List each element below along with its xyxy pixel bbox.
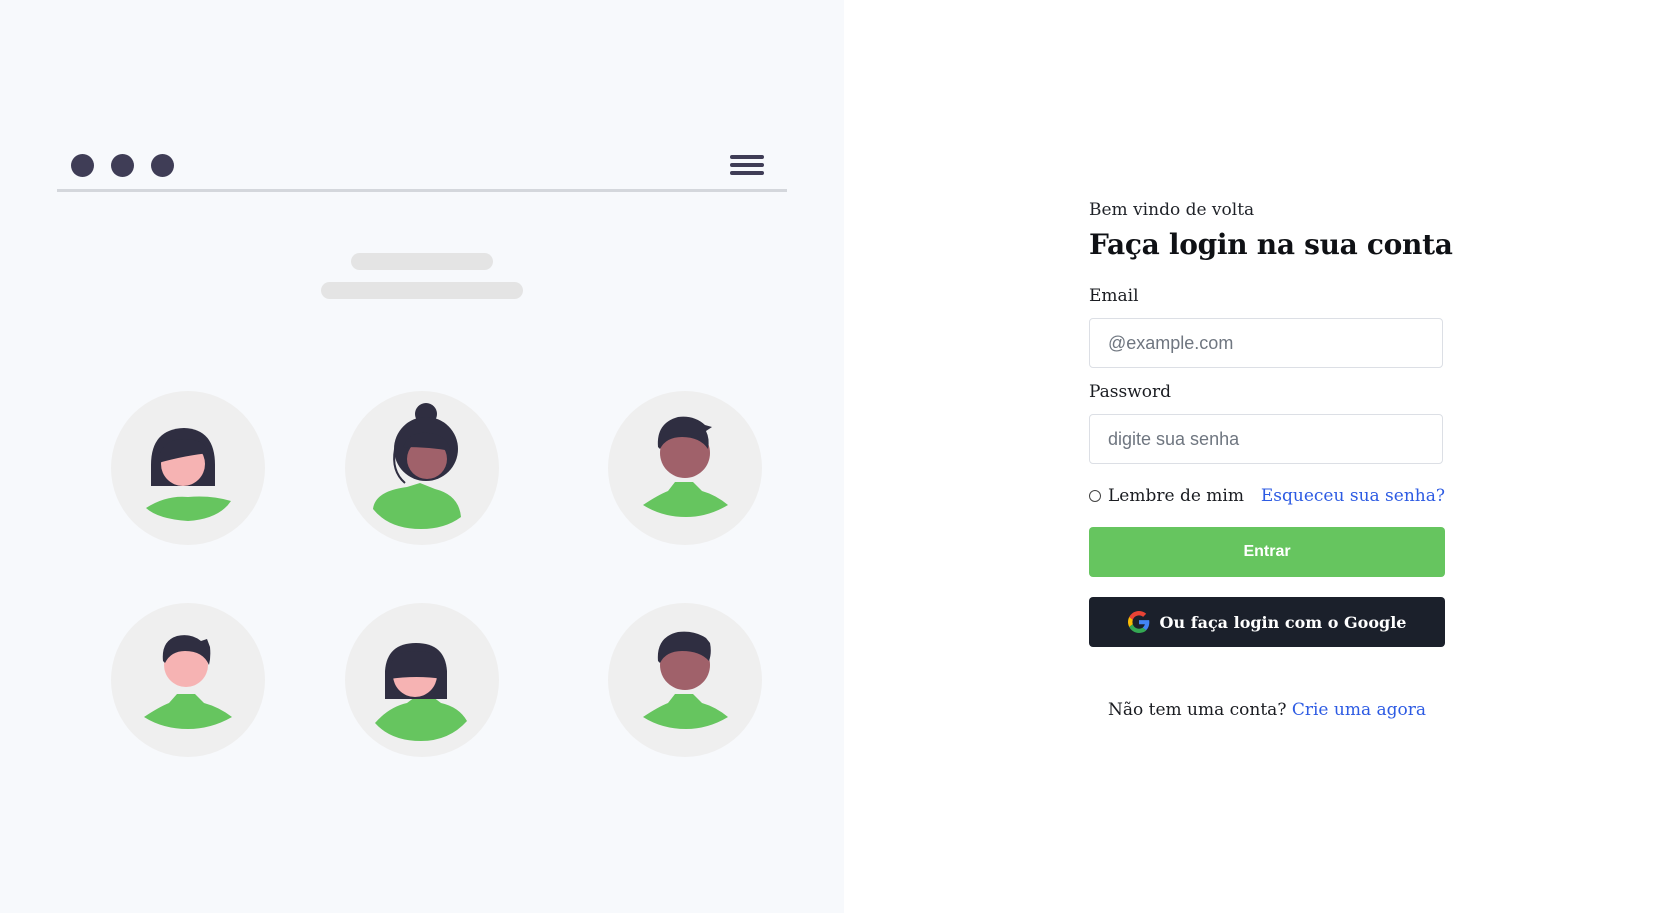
signup-prompt: Não tem uma conta? Crie uma agora bbox=[1089, 700, 1445, 720]
email-field[interactable] bbox=[1089, 318, 1443, 368]
placeholder-bar-2 bbox=[321, 282, 523, 299]
hamburger-icon bbox=[730, 155, 764, 177]
password-field[interactable] bbox=[1089, 414, 1443, 464]
google-icon bbox=[1127, 611, 1149, 633]
password-label: Password bbox=[1089, 382, 1172, 402]
google-login-button[interactable]: Ou faça login com o Google bbox=[1089, 597, 1445, 647]
remember-me[interactable]: Lembre de mim bbox=[1089, 486, 1244, 506]
window-dot-1 bbox=[71, 154, 94, 177]
google-login-label: Ou faça login com o Google bbox=[1159, 612, 1407, 632]
avatar-man-dark-2 bbox=[608, 603, 762, 757]
signup-link[interactable]: Crie uma agora bbox=[1292, 700, 1426, 720]
welcome-text: Bem vindo de volta bbox=[1089, 200, 1255, 220]
remember-me-label: Lembre de mim bbox=[1108, 486, 1244, 506]
window-dot-2 bbox=[111, 154, 134, 177]
avatar-woman-bun bbox=[345, 391, 499, 545]
avatar-man-dark bbox=[608, 391, 762, 545]
page-title: Faça login na sua conta bbox=[1089, 228, 1453, 261]
avatar-woman-bob bbox=[111, 391, 265, 545]
avatar-man-light bbox=[111, 603, 265, 757]
avatar-woman-bangs bbox=[345, 603, 499, 757]
signup-text: Não tem uma conta? bbox=[1107, 700, 1287, 720]
window-divider bbox=[57, 189, 787, 192]
remember-me-radio[interactable] bbox=[1089, 490, 1101, 502]
illustration-panel bbox=[0, 0, 844, 913]
window-dot-3 bbox=[151, 154, 174, 177]
email-label: Email bbox=[1089, 286, 1139, 306]
placeholder-bar-1 bbox=[351, 253, 493, 270]
login-button[interactable]: Entrar bbox=[1089, 527, 1445, 577]
forgot-password-link[interactable]: Esqueceu sua senha? bbox=[1261, 486, 1445, 506]
